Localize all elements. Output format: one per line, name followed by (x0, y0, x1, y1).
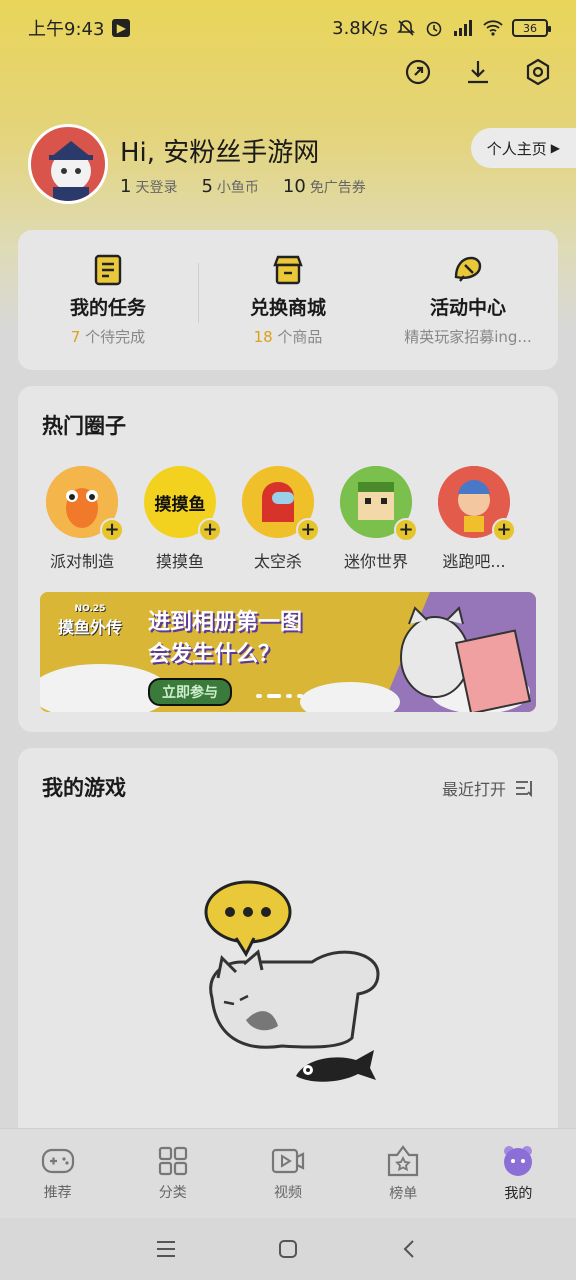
tasks-pending: 7 个待完成 (70, 328, 146, 346)
stat-fish-coins[interactable]: 5 小鱼币 (201, 176, 258, 197)
network-speed: 3.8K/s (332, 17, 388, 39)
circle-avatar-text: 摸摸鱼 (154, 494, 206, 515)
grid-icon (158, 1146, 187, 1175)
circle-list: + 派对制造 摸摸鱼 + 摸摸鱼 + 太空杀 + 迷你世界 + 逃跑吧... (42, 466, 516, 572)
activity-icon (454, 256, 482, 282)
join-circle-plus-icon[interactable]: + (296, 518, 320, 542)
tab-recommend[interactable]: 推荐 (0, 1146, 115, 1202)
status-time: 上午9:43 (28, 19, 105, 40)
hot-circles-card: 热门圈子 + 派对制造 摸摸鱼 + 摸摸鱼 + 太空杀 + 迷你世界 + 逃跑吧… (18, 386, 558, 732)
download-icon[interactable] (462, 56, 494, 88)
join-circle-plus-icon[interactable]: + (198, 518, 222, 542)
banner-headline-1: 进到相册第一图 (148, 610, 303, 635)
video-icon (271, 1148, 305, 1173)
banner-page-indicator (256, 694, 303, 698)
circle-item[interactable]: + 逃跑吧... (434, 466, 516, 572)
system-navigation-bar (0, 1218, 576, 1280)
circle-item[interactable]: + 太空杀 (238, 466, 320, 572)
banner-series-badge: NO.25 摸鱼外传 (58, 604, 123, 637)
circle-avatar: + (46, 466, 124, 542)
circle-item[interactable]: + 迷你世界 (336, 466, 418, 572)
banner-cta-button[interactable]: 立即参与 (148, 678, 232, 706)
join-circle-plus-icon[interactable]: + (492, 518, 516, 542)
tab-ranking[interactable]: 榜单 (346, 1144, 461, 1203)
user-stats: 1 天登录 5 小鱼币 10 免广告券 (120, 176, 366, 197)
gamepad-icon (41, 1148, 74, 1173)
my-games-card: 我的游戏 最近打开 (18, 748, 558, 1148)
quick-link-tasks[interactable]: 我的任务 7 个待完成 (18, 253, 198, 347)
tab-category[interactable]: 分类 (115, 1146, 230, 1202)
empty-state-cat-illustration (204, 880, 380, 1082)
circle-avatar: + (438, 466, 516, 542)
circle-avatar: + (340, 466, 418, 542)
banner-headline-2: 会发生什么？ (148, 642, 281, 667)
stat-ad-free-tickets[interactable]: 10 免广告券 (283, 176, 366, 197)
avatar[interactable] (28, 124, 108, 204)
hot-circles-title: 热门圈子 (42, 414, 126, 438)
back-icon[interactable] (399, 1238, 421, 1260)
settings-icon[interactable] (522, 56, 554, 88)
join-circle-plus-icon[interactable]: + (394, 518, 418, 542)
battery-indicator: 36 (512, 19, 551, 37)
signal-icon (454, 20, 472, 36)
circle-avatar: + (242, 466, 320, 542)
mute-icon (397, 20, 415, 36)
stat-login-days[interactable]: 1 天登录 (120, 176, 177, 197)
sort-recent-button[interactable]: 最近打开 (442, 776, 534, 800)
circle-item[interactable]: + 派对制造 (42, 466, 124, 572)
share-icon[interactable] (402, 56, 434, 88)
promo-banner[interactable]: NO.25 摸鱼外传 进到相册第一图 会发生什么？ 立即参与 (40, 592, 536, 712)
top-actions (402, 56, 554, 88)
activity-subtitle: 精英玩家招募ing... (404, 328, 532, 346)
circle-avatar: 摸摸鱼 + (144, 466, 222, 542)
tab-video[interactable]: 视频 (230, 1146, 345, 1202)
quick-links-card: 我的任务 7 个待完成 兑换商城 18 个商品 活动中心 精英玩家招募ing..… (18, 230, 558, 370)
chevron-right-icon: ▶ (550, 141, 560, 155)
home-icon[interactable] (277, 1238, 299, 1260)
ranking-icon (388, 1144, 419, 1176)
bottom-tab-bar: 推荐 分类 视频 榜单 我的 (0, 1128, 576, 1218)
user-greeting: Hi, 安粉丝手游网 (120, 138, 320, 168)
quick-link-shop[interactable]: 兑换商城 18 个商品 (198, 253, 378, 347)
shop-item-count: 18 个商品 (253, 328, 323, 346)
my-games-title: 我的游戏 (42, 776, 126, 800)
personal-homepage-button[interactable]: 个人主页 ▶ (470, 128, 576, 168)
menu-icon[interactable] (155, 1239, 177, 1259)
alarm-icon (426, 21, 442, 37)
join-circle-plus-icon[interactable]: + (100, 518, 124, 542)
shop-icon (273, 255, 303, 285)
app-notification-icon: ▶ (112, 19, 131, 37)
wifi-icon (483, 20, 503, 36)
profile-header: Hi, 安粉丝手游网 1 天登录 5 小鱼币 10 免广告券 个人主页 ▶ (28, 124, 576, 214)
circle-item[interactable]: 摸摸鱼 + 摸摸鱼 (140, 466, 222, 572)
profile-icon (504, 1145, 533, 1176)
status-bar: 上午9:43 ▶ 3.8K/s 36 (0, 0, 576, 56)
sort-icon (516, 781, 532, 797)
quick-link-activity[interactable]: 活动中心 精英玩家招募ing... (378, 253, 558, 347)
tab-mine[interactable]: 我的 (461, 1145, 576, 1203)
task-icon (94, 254, 122, 286)
